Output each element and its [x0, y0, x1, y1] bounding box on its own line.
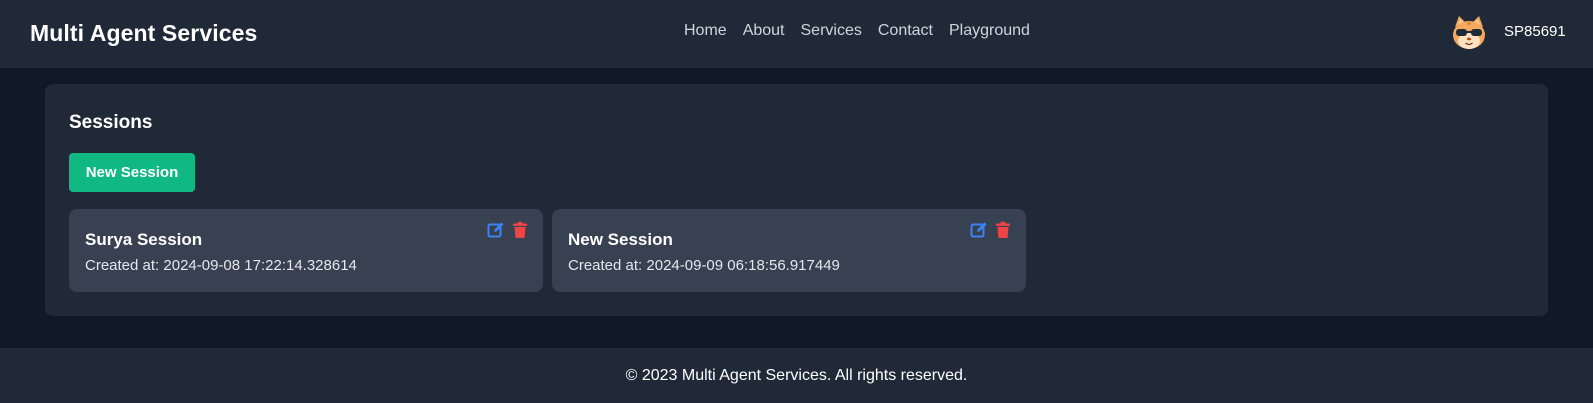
card-actions [487, 221, 529, 239]
session-created: Created at: 2024-09-08 17:22:14.328614 [85, 257, 357, 274]
session-card[interactable]: New Session Created at: 2024-09-09 06:18… [552, 209, 1026, 292]
username[interactable]: SP85691 [1504, 23, 1566, 40]
nav-links: Home About Services Contact Playground [684, 22, 1030, 40]
new-session-button[interactable]: New Session [69, 153, 195, 192]
session-name: Surya Session [85, 230, 203, 249]
footer: © 2023 Multi Agent Services. All rights … [0, 348, 1593, 403]
edit-icon[interactable] [970, 221, 988, 239]
session-name: New Session [568, 230, 673, 249]
nav-link-playground[interactable]: Playground [949, 22, 1030, 40]
nav-link-about[interactable]: About [743, 22, 785, 40]
created-prefix: Created at: [568, 257, 643, 274]
nav-link-services[interactable]: Services [801, 22, 862, 40]
cat-avatar-icon [1453, 16, 1485, 49]
sessions-title: Sessions [69, 112, 153, 133]
avatar[interactable] [1450, 14, 1488, 52]
card-actions [970, 221, 1012, 239]
nav-link-contact[interactable]: Contact [878, 22, 933, 40]
created-at-value: 2024-09-09 06:18:56.917449 [646, 257, 840, 274]
nav-link-home[interactable]: Home [684, 22, 727, 40]
session-card[interactable]: Surya Session Created at: 2024-09-08 17:… [69, 209, 543, 292]
created-at-value: 2024-09-08 17:22:14.328614 [163, 257, 357, 274]
trash-icon[interactable] [511, 221, 529, 239]
session-created: Created at: 2024-09-09 06:18:56.917449 [568, 257, 840, 274]
navbar: Multi Agent Services Home About Services… [0, 0, 1593, 68]
trash-icon[interactable] [994, 221, 1012, 239]
sessions-panel: Sessions New Session Surya Session Creat… [45, 84, 1548, 316]
brand-title[interactable]: Multi Agent Services [30, 20, 257, 47]
created-prefix: Created at: [85, 257, 160, 274]
edit-icon[interactable] [487, 221, 505, 239]
footer-copyright: © 2023 Multi Agent Services. All rights … [625, 367, 968, 384]
